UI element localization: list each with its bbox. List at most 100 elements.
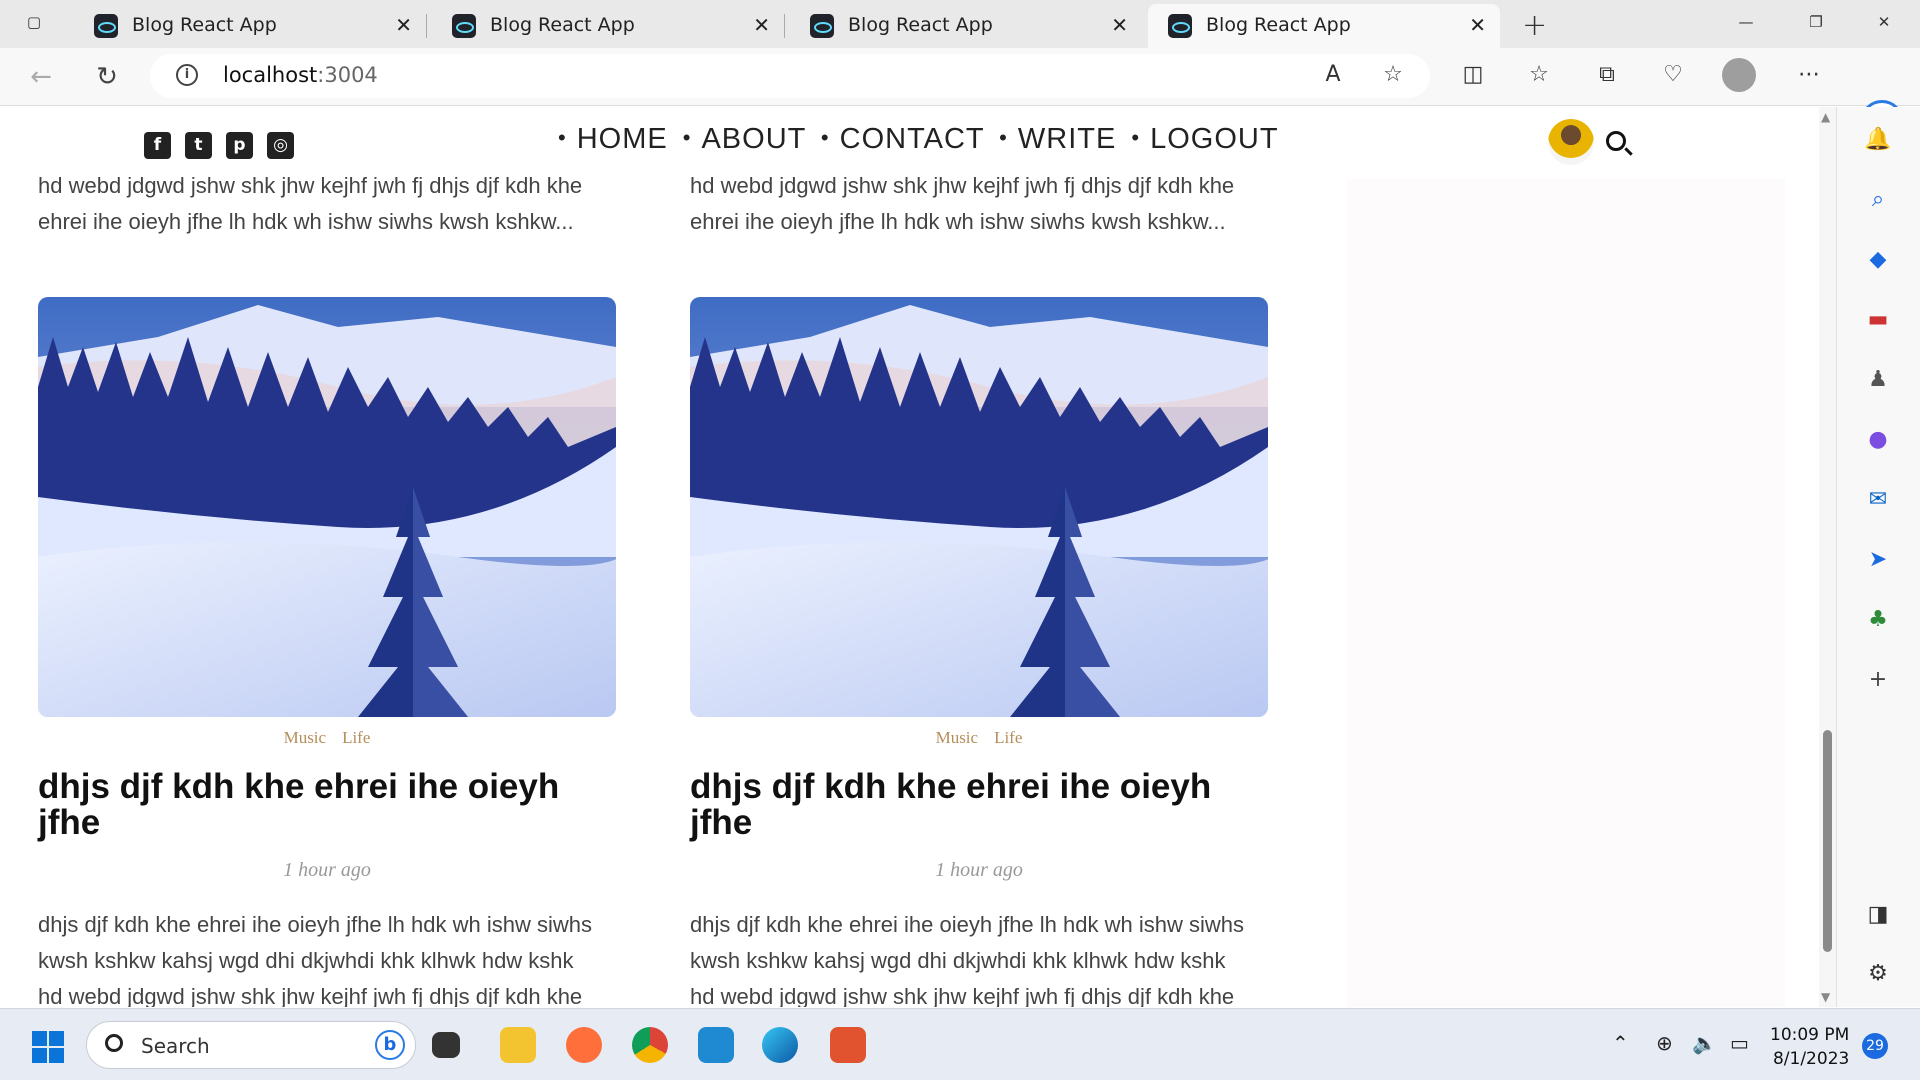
- url-host: localhost: [223, 63, 318, 87]
- refresh-button[interactable]: ↻: [92, 62, 122, 92]
- react-favicon-icon: [452, 14, 476, 38]
- browser-tab[interactable]: Blog React App ✕: [74, 4, 427, 48]
- post-time: 1 hour ago: [935, 859, 1023, 881]
- shopping-tag-icon[interactable]: ◆: [1863, 245, 1893, 275]
- back-button[interactable]: ←: [26, 62, 56, 92]
- close-icon[interactable]: ✕: [753, 13, 770, 37]
- info-icon[interactable]: i: [176, 64, 198, 86]
- nav-logout[interactable]: LOGOUT: [1150, 123, 1278, 155]
- clock-time: 10:09 PM: [1770, 1025, 1850, 1045]
- address-toolbar: ← ↻ i localhost:3004 A ☆ ◫ ☆ ⧉ ♡ ⋯ b: [0, 48, 1920, 144]
- nav-contact[interactable]: CONTACT: [840, 123, 984, 155]
- firefox-icon[interactable]: [566, 1027, 602, 1063]
- post-title[interactable]: dhjs djf kdh khe ehrei ihe oieyh jfhe: [690, 769, 1268, 841]
- new-tab-button[interactable]: +: [1522, 8, 1547, 43]
- show-hidden-icons-chevron-icon[interactable]: ⌃: [1612, 1031, 1629, 1055]
- notification-badge[interactable]: 29: [1862, 1033, 1888, 1059]
- gear-icon[interactable]: ⚙: [1863, 959, 1893, 989]
- social-icons: f t p ◎: [144, 131, 308, 159]
- scrollbar-thumb[interactable]: [1823, 730, 1832, 952]
- add-icon[interactable]: +: [1863, 665, 1893, 695]
- network-globe-icon[interactable]: ⊕: [1656, 1031, 1673, 1055]
- address-bar[interactable]: i localhost:3004 A ☆: [150, 54, 1430, 98]
- browser-tab-active[interactable]: Blog React App ✕: [1148, 4, 1500, 48]
- system-clock[interactable]: 10:09 PM 8/1/2023: [1770, 1023, 1849, 1071]
- post-title[interactable]: dhjs djf kdh khe ehrei ihe oieyh jfhe: [38, 769, 616, 841]
- taskbar-search-label: Search: [141, 1034, 210, 1058]
- tab-actions-icon[interactable]: ▢: [26, 14, 42, 30]
- user-profile-avatar[interactable]: [1548, 119, 1594, 165]
- close-icon[interactable]: ✕: [1469, 13, 1486, 37]
- tab-title: Blog React App: [490, 14, 635, 36]
- chrome-icon[interactable]: [632, 1027, 668, 1063]
- windows-start-icon[interactable]: [32, 1031, 64, 1063]
- excerpt-line: ehrei ihe oieyh jfhe lh hdk wh ishw siwh…: [38, 209, 574, 234]
- microsoft365-icon[interactable]: ●: [1863, 425, 1893, 455]
- post-image[interactable]: [38, 297, 616, 717]
- browser-tab[interactable]: Blog React App ✕: [432, 4, 785, 48]
- search-icon: [105, 1034, 123, 1052]
- sidebar-toggle-icon[interactable]: ◨: [1863, 900, 1893, 930]
- app-icon[interactable]: [830, 1027, 866, 1063]
- react-favicon-icon: [1168, 14, 1192, 38]
- taskbar-search[interactable]: Search b: [86, 1021, 416, 1069]
- description-line: dhjs djf kdh khe ehrei ihe oieyh jfhe lh…: [690, 912, 1244, 937]
- post-excerpt-top: hd webd jdgwd jshw shk jhw kejhf jwh fj …: [690, 168, 1270, 240]
- pinterest-icon[interactable]: p: [226, 132, 253, 159]
- sidebar: [1347, 179, 1785, 1007]
- close-icon[interactable]: ✕: [1111, 13, 1128, 37]
- category-music[interactable]: Music: [284, 728, 327, 747]
- file-explorer-icon[interactable]: [500, 1027, 536, 1063]
- tree-icon[interactable]: ♣: [1863, 605, 1893, 635]
- volume-icon[interactable]: 🔈: [1692, 1031, 1717, 1055]
- twitter-icon[interactable]: t: [185, 132, 212, 159]
- nav-home[interactable]: HOME: [577, 123, 668, 155]
- games-icon[interactable]: ♟: [1863, 365, 1893, 395]
- tab-title: Blog React App: [1206, 14, 1351, 36]
- edge-icon[interactable]: [762, 1027, 798, 1063]
- nav-write[interactable]: WRITE: [1018, 123, 1116, 155]
- category-music[interactable]: Music: [936, 728, 979, 747]
- task-view-icon[interactable]: [432, 1032, 460, 1058]
- post-image[interactable]: [690, 297, 1268, 717]
- react-favicon-icon: [94, 14, 118, 38]
- browser-tab[interactable]: Blog React App ✕: [790, 4, 1142, 48]
- search-icon[interactable]: [1606, 131, 1626, 151]
- favorites-icon[interactable]: ☆: [1524, 62, 1554, 87]
- winter-landscape-image: [690, 297, 1268, 717]
- close-icon[interactable]: ✕: [395, 13, 412, 37]
- post-time: 1 hour ago: [283, 859, 371, 881]
- bing-icon[interactable]: b: [375, 1030, 405, 1060]
- nav-about[interactable]: ABOUT: [701, 123, 805, 155]
- vscode-icon[interactable]: [698, 1027, 734, 1063]
- post-excerpt-top: hd webd jdgwd jshw shk jhw kejhf jwh fj …: [38, 168, 618, 240]
- scroll-up-arrow-icon[interactable]: ▲: [1821, 110, 1830, 124]
- favorite-star-icon[interactable]: ☆: [1378, 62, 1408, 87]
- window-close-button[interactable]: ✕: [1876, 14, 1892, 30]
- minimize-button[interactable]: —: [1738, 14, 1754, 30]
- send-icon[interactable]: ➤: [1863, 545, 1893, 575]
- tools-icon[interactable]: ▬: [1863, 305, 1893, 335]
- search-icon[interactable]: ⌕: [1863, 185, 1893, 215]
- tab-separator: [426, 14, 427, 38]
- category-life[interactable]: Life: [342, 728, 370, 747]
- collections-icon[interactable]: ⧉: [1592, 62, 1622, 87]
- battery-icon[interactable]: ▭: [1730, 1031, 1749, 1055]
- instagram-icon[interactable]: ◎: [267, 132, 294, 159]
- performance-icon[interactable]: ♡: [1658, 62, 1688, 87]
- read-aloud-icon[interactable]: A: [1318, 62, 1348, 87]
- more-options-icon[interactable]: ⋯: [1794, 62, 1824, 87]
- category-life[interactable]: Life: [994, 728, 1022, 747]
- profile-avatar[interactable]: [1722, 58, 1756, 92]
- notification-bell-icon[interactable]: 🔔: [1863, 125, 1893, 155]
- outlook-icon[interactable]: ✉: [1863, 485, 1893, 515]
- post-card: Music Life dhjs djf kdh khe ehrei ihe oie…: [690, 297, 1270, 1007]
- scroll-down-arrow-icon[interactable]: ▼: [1821, 990, 1830, 1004]
- edge-sidebar: 🔔 ⌕ ◆ ▬ ♟ ● ✉ ➤ ♣ + ◨ ⚙: [1836, 107, 1920, 1007]
- clock-date: 8/1/2023: [1772, 1049, 1850, 1069]
- split-screen-icon[interactable]: ◫: [1458, 62, 1488, 87]
- facebook-icon[interactable]: f: [144, 132, 171, 159]
- tab-separator: [784, 14, 785, 38]
- post-card: hd webd jdgwd jshw shk jhw kejhf jwh fj …: [38, 168, 618, 240]
- restore-button[interactable]: ❐: [1808, 14, 1824, 30]
